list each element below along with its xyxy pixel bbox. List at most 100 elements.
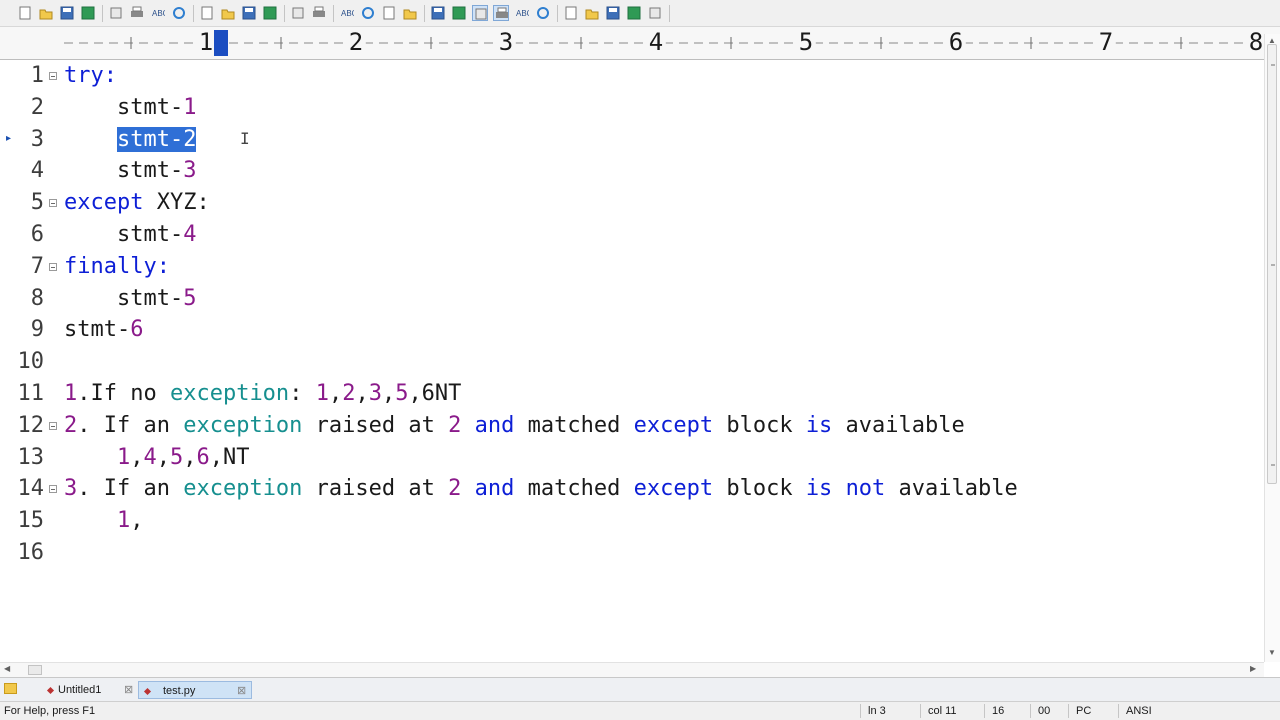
code-line[interactable]: stmt-3 — [64, 156, 197, 186]
code-token: XYZ: — [143, 190, 210, 216]
code-token: 1 — [116, 508, 131, 534]
column-ruler: 12345678 — [0, 27, 1280, 60]
close-icon[interactable]: ⊠ — [124, 681, 133, 699]
help-icon[interactable] — [647, 5, 663, 21]
fold-toggle-icon[interactable] — [49, 421, 57, 430]
scroll-down-arrow-icon[interactable]: ▼ — [1268, 648, 1276, 657]
toolbar-separator — [102, 5, 103, 22]
line-number: 15 — [17, 508, 45, 534]
code-token: ,NT — [209, 444, 250, 470]
fold-toggle-icon[interactable] — [49, 485, 57, 494]
code-line[interactable]: stmt-1 — [64, 93, 197, 123]
code-editor[interactable]: try: stmt-1 stmt-2 stmt-3 except XYZ: stm… — [64, 60, 1264, 662]
code-line[interactable]: 1,4,5,6,NT — [64, 443, 250, 473]
column-mode-icon[interactable] — [493, 5, 509, 21]
code-token: stmt- — [64, 94, 184, 120]
print-preview-icon[interactable] — [108, 5, 124, 21]
open-file-icon[interactable] — [38, 5, 54, 21]
print-icon[interactable] — [129, 5, 145, 21]
code-line[interactable]: stmt-5 — [64, 284, 197, 314]
find-in-files-icon[interactable] — [381, 5, 397, 21]
refresh-icon[interactable] — [171, 5, 187, 21]
status-divider — [1030, 704, 1031, 718]
function-list-icon[interactable] — [605, 5, 621, 21]
new-file-icon-glyph — [19, 6, 31, 20]
file-tree-icon[interactable] — [584, 5, 600, 21]
save-icon[interactable] — [59, 5, 75, 21]
save-all-icon-glyph — [81, 6, 95, 20]
status-bar: For Help, press F1 ln 3 col 11 16 00 PC … — [0, 701, 1280, 720]
code-token: 6 — [130, 317, 144, 343]
code-line[interactable]: 1.If no exception: 1,2,3,5,6NT — [64, 379, 461, 409]
code-token: , — [183, 444, 197, 470]
code-line[interactable]: stmt-2 — [64, 125, 197, 155]
code-token: except — [633, 412, 714, 438]
line-number-gutter[interactable]: 1 2 3 ▸ 4 5 6 7 8 9 10 11 12 13 14 15 16 — [0, 60, 64, 662]
line-number: 16 — [17, 540, 45, 565]
open-file-icon-glyph — [39, 9, 53, 20]
close-icon[interactable]: ⊠ — [237, 682, 246, 700]
redo-icon[interactable] — [311, 5, 327, 21]
code-token: 1 — [116, 444, 131, 470]
folder-icon[interactable] — [4, 683, 17, 694]
line-number: 6 — [30, 222, 44, 247]
scroll-left-arrow-icon[interactable]: ◀ — [4, 664, 10, 673]
fold-toggle-icon[interactable] — [49, 72, 57, 80]
undo-icon[interactable] — [290, 5, 306, 21]
ruler-column-marker — [214, 30, 228, 56]
goto-icon[interactable] — [402, 5, 418, 21]
list-icon[interactable]: ABC — [514, 5, 530, 21]
tag-list-icon[interactable] — [563, 5, 579, 21]
find-icon[interactable]: ABC — [339, 5, 355, 21]
status-encoding: ANSI — [1126, 705, 1152, 717]
print-preview-icon-glyph — [110, 7, 122, 19]
code-line[interactable]: 1, — [64, 506, 144, 536]
code-line[interactable]: 2. If an exception raised at 2 and match… — [64, 411, 965, 441]
horizontal-scrollbar[interactable]: ◀ ▶ — [0, 662, 1264, 677]
toolbar-separator — [424, 5, 425, 22]
fold-toggle-icon[interactable] — [49, 199, 57, 208]
code-token: , — [156, 444, 170, 470]
hex-icon[interactable] — [451, 5, 467, 21]
word-wrap-icon[interactable] — [472, 5, 488, 21]
ruler-number: 2 — [345, 29, 367, 55]
copy-icon[interactable] — [220, 5, 236, 21]
word-wrap-icon-glyph — [475, 8, 487, 20]
line-number: 5 — [30, 190, 44, 216]
vertical-scrollbar[interactable]: ▲ ▼ — [1264, 34, 1280, 662]
code-line[interactable]: stmt-6 — [64, 315, 143, 345]
line-number: 1 — [30, 63, 44, 88]
spell-check-icon[interactable]: ABC — [150, 5, 166, 21]
code-token: stmt- — [64, 222, 184, 247]
output-window-icon[interactable] — [626, 5, 642, 21]
code-token: , — [130, 508, 144, 534]
spell-check-mark-icon-glyph — [537, 7, 549, 19]
code-line[interactable]: except XYZ: — [64, 188, 210, 218]
toolbar-separator — [284, 5, 285, 22]
code-token: is — [805, 412, 833, 438]
spell-check-mark-icon[interactable] — [535, 5, 551, 21]
code-token: matched — [514, 476, 634, 502]
code-line[interactable]: finally: — [64, 252, 170, 282]
horizontal-scroll-thumb[interactable] — [28, 665, 42, 675]
font-icon[interactable] — [430, 5, 446, 21]
cut-icon[interactable] — [199, 5, 215, 21]
spell-check-icon-glyph: ABC — [152, 9, 165, 18]
replace-icon[interactable] — [360, 5, 376, 21]
scroll-right-arrow-icon[interactable]: ▶ — [1250, 664, 1256, 673]
code-line[interactable]: 3. If an exception raised at 2 and match… — [64, 474, 1018, 504]
code-line[interactable]: stmt-4 — [64, 220, 197, 250]
paste-icon[interactable] — [241, 5, 257, 21]
delete-icon[interactable] — [262, 5, 278, 21]
code-token: and — [474, 476, 515, 502]
new-file-icon[interactable] — [17, 5, 33, 21]
status-divider — [984, 704, 985, 718]
tab-untitled1[interactable]: Untitled1 ⊠ — [42, 681, 142, 699]
code-token: stmt- — [64, 317, 131, 343]
toolbar-separator — [669, 5, 670, 22]
save-all-icon[interactable] — [80, 5, 96, 21]
fold-toggle-icon[interactable] — [49, 262, 57, 271]
tab-test-py[interactable]: test.py ⊠ — [138, 681, 252, 699]
code-token: 5 — [169, 444, 184, 470]
code-line[interactable]: try: — [64, 61, 117, 91]
